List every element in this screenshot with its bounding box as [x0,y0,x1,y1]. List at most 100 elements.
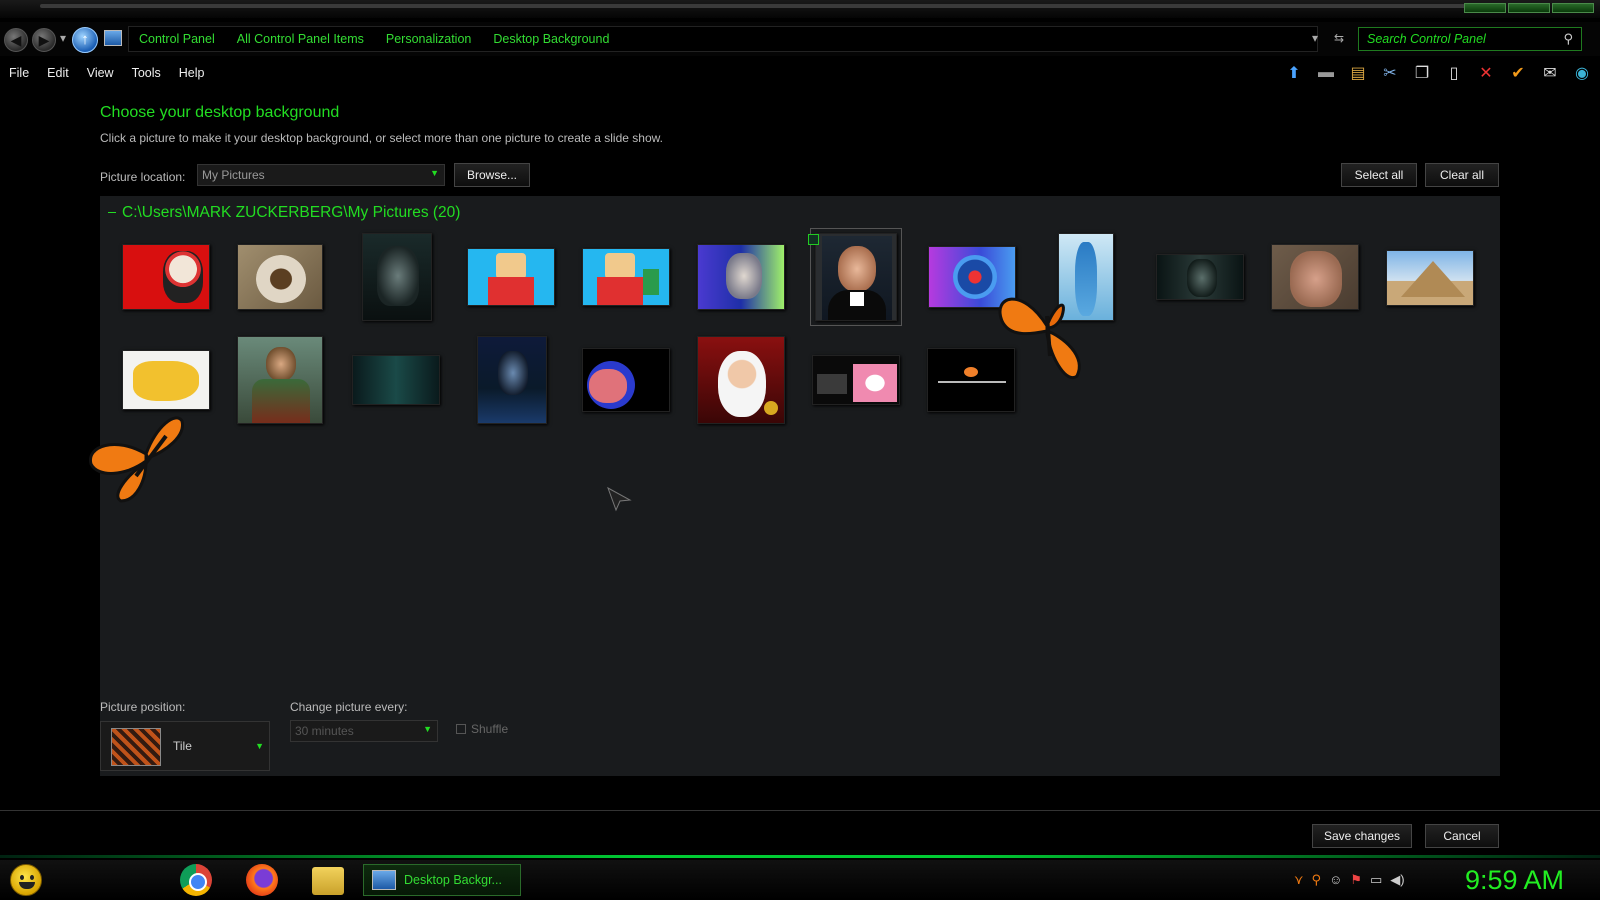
active-task-label: Desktop Backgr... [404,873,502,887]
breadcrumb-personalization[interactable]: Personalization [386,32,471,46]
envelope-icon[interactable]: ✉ [1538,62,1562,84]
breadcrumb-desktop-background[interactable]: Desktop Background [493,32,609,46]
picture-position-value: Tile [173,739,192,753]
meme-collage-image[interactable] [812,355,900,405]
emoji-tray-icon[interactable]: ☺ [1329,872,1342,888]
shuffle-checkbox-box[interactable] [456,724,466,734]
painting-man-image[interactable] [237,336,323,424]
chevron-down-icon: ▼ [430,168,439,178]
morbius-poster-image[interactable] [362,233,432,321]
title-bar [0,0,1600,18]
page-description: Click a picture to make it your desktop … [100,131,663,145]
up-arrow-icon[interactable]: ⬆ [1282,62,1306,84]
chevron-down-icon: ▼ [423,724,432,734]
page-title: Choose your desktop background [100,104,340,121]
santa-claus-image[interactable] [697,336,785,424]
title-bar-edge [40,4,1480,8]
picture-location-label: Picture location: [100,170,186,184]
breadcrumb: Control Panel All Control Panel Items Pe… [128,26,1318,52]
butterfly-tray-icon[interactable]: ⋎ [1294,872,1304,888]
cancel-button[interactable]: Cancel [1425,824,1499,848]
globe-icon[interactable]: ◉ [1570,62,1594,84]
network-tray-icon[interactable]: ▭ [1370,872,1382,888]
close-button[interactable] [1552,3,1594,13]
control-panel-icon [372,870,396,890]
system-tray: ⋎ ⚲ ☺ ⚑ ▭ ◀) [1294,872,1405,888]
taskbar-item-desktop-background[interactable]: Desktop Backgr... [363,864,521,896]
dark-face-image[interactable] [1156,254,1244,300]
clock[interactable]: 9:59 AM [1465,865,1564,896]
menu-tools[interactable]: Tools [123,66,170,80]
selected-checkbox-icon[interactable] [808,234,819,245]
delete-icon[interactable]: ✕ [1474,62,1498,84]
back-button[interactable]: ◀ [4,28,28,52]
start-smiley-icon[interactable] [10,864,42,896]
chevron-down-icon: ▼ [255,741,264,751]
toolbar: ⬆ ▬ ▤ ✂ ❐ ▯ ✕ ✔ ✉ ◉ [1282,61,1594,85]
picture-group-title: C:\Users\MARK ZUCKERBERG\My Pictures (20… [122,204,461,221]
change-picture-label: Change picture every: [290,700,408,714]
dark-teal-scene-image[interactable] [352,355,440,405]
old-man-image[interactable] [697,244,785,310]
chrome-icon[interactable] [180,864,212,896]
red-flag-cartoon-image[interactable] [122,244,210,310]
firefox-icon[interactable] [246,864,278,896]
footer-glow [0,855,1600,858]
forward-button[interactable]: ▶ [32,28,56,52]
save-changes-button[interactable]: Save changes [1312,824,1412,848]
change-picture-value: 30 minutes [295,724,354,738]
cut-icon[interactable]: ✂ [1378,62,1402,84]
window-controls [1464,3,1594,13]
menu-file[interactable]: File [0,66,38,80]
breadcrumb-control-panel[interactable]: Control Panel [139,32,215,46]
refresh-icon[interactable]: ⇆ [1334,31,1344,45]
us-map-image[interactable] [122,350,210,410]
volume-tray-icon[interactable]: ◀) [1390,872,1404,888]
menu-view[interactable]: View [78,66,123,80]
search-placeholder: Search Control Panel [1367,32,1486,46]
morbius-poster-2-image[interactable] [477,336,547,424]
cartoon-man-with-doll-image[interactable] [582,248,670,306]
menu-help[interactable]: Help [170,66,214,80]
hand-image[interactable] [1271,244,1359,310]
picture-location-select[interactable]: My Pictures ▼ [197,164,445,186]
up-level-button[interactable]: ↑ [72,27,98,53]
checkmark-icon[interactable]: ✔ [1506,62,1530,84]
clear-all-button[interactable]: Clear all [1425,163,1499,187]
pink-cartoon-image[interactable] [582,348,670,412]
maximize-button[interactable] [1508,3,1550,13]
search-input[interactable]: Search Control Panel ⚲ [1358,27,1582,51]
butterfly-icon [998,297,1081,380]
cartoon-man-image[interactable] [467,248,555,306]
group-collapse-icon[interactable] [108,212,116,213]
address-dropdown-icon[interactable]: ▾ [1312,31,1318,45]
browse-button[interactable]: Browse... [454,163,530,187]
pyramid-image[interactable] [1386,250,1474,306]
taskbar: Desktop Backgr... ⋎ ⚲ ☺ ⚑ ▭ ◀) 9:59 AM [0,860,1600,900]
content-area: Choose your desktop background Click a p… [0,88,1600,806]
menu-edit[interactable]: Edit [38,66,78,80]
cursor-icon [607,486,632,512]
shuffle-checkbox[interactable]: Shuffle [456,722,508,736]
flag-tray-icon[interactable]: ⚑ [1350,872,1362,888]
butterfly-icon-2 [89,416,184,503]
drive-icon[interactable]: ▬ [1314,62,1338,84]
toilet-image[interactable] [237,244,323,310]
properties-icon[interactable]: ▤ [1346,62,1370,84]
breadcrumb-all-items[interactable]: All Control Panel Items [237,32,364,46]
folder-icon[interactable] [312,867,344,895]
picture-position-select[interactable]: Tile ▼ [100,721,270,771]
picture-location-value: My Pictures [202,168,265,182]
mark-zuckerberg-image[interactable] [810,228,902,326]
tile-preview-icon [111,728,161,766]
minimize-button[interactable] [1464,3,1506,13]
picture-gallery: C:\Users\MARK ZUCKERBERG\My Pictures (20… [89,196,1500,776]
select-all-button[interactable]: Select all [1341,163,1417,187]
recent-pages-chevron-icon[interactable]: ▾ [60,31,66,45]
search-tray-icon[interactable]: ⚲ [1312,872,1322,888]
paste-icon[interactable]: ▯ [1442,62,1466,84]
copy-icon[interactable]: ❐ [1410,62,1434,84]
change-picture-select[interactable]: 30 minutes ▼ [290,720,438,742]
search-icon[interactable]: ⚲ [1563,31,1573,47]
control-panel-icon [104,30,122,46]
